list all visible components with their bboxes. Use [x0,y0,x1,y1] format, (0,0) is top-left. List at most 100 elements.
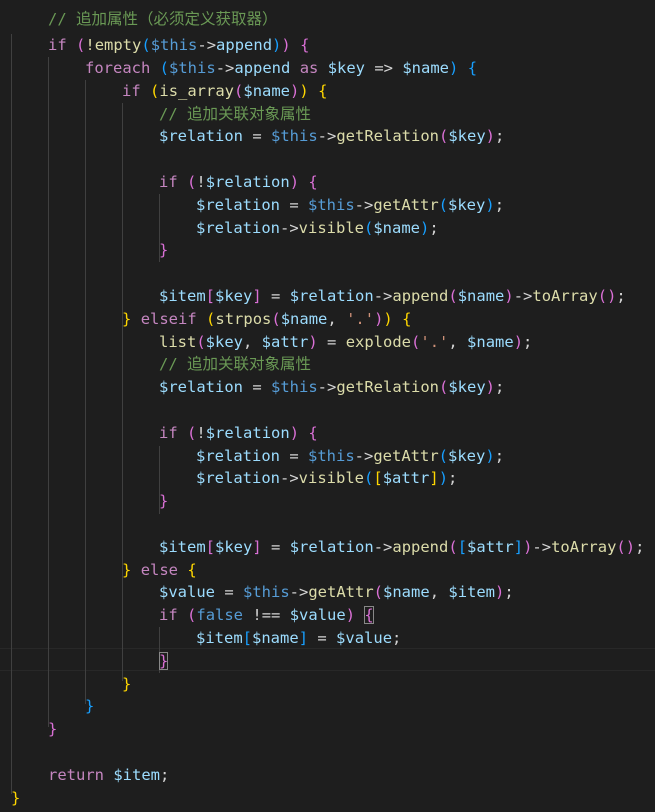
code-token: } [159,241,169,259]
code-token: $key [205,333,243,351]
code-token: $key [215,538,253,556]
code-line[interactable]: $item[$name] = $value; [196,627,401,650]
code-token: ( [364,469,374,487]
code-line[interactable]: return $item; [48,764,169,787]
code-line[interactable]: // 追加关联对象属性 [159,103,311,126]
code-token: $this [308,196,355,214]
code-token: else [140,561,179,579]
code-line[interactable]: } else { [122,559,197,582]
code-token: ; [523,333,533,351]
code-token: // 追加关联对象属性 [159,105,311,123]
code-token: [ [373,469,383,487]
code-line[interactable]: } [159,239,168,262]
code-token: = [215,583,243,601]
code-token: ] [298,629,309,647]
code-token: ] [252,538,262,556]
code-token: { [364,606,374,624]
code-line[interactable]: } [159,490,168,513]
code-token: ) [289,173,300,191]
code-token: ) [504,287,514,305]
code-token: ] [513,538,524,556]
code-token: ( [364,219,374,237]
code-token: ; [635,538,645,556]
code-line[interactable]: if (!empty($this->append)) { [48,34,309,57]
code-token: -> [354,196,374,214]
code-token: ) [272,36,282,54]
code-line[interactable]: list($key, $attr) = explode('.', $name); [159,331,532,354]
code-token: if [48,36,67,54]
code-line[interactable]: // 追加属性（必须定义获取器） [48,8,278,31]
code-line[interactable]: } [48,718,57,741]
code-token: '.' [346,310,375,328]
code-line[interactable]: } [159,650,169,673]
code-token: ( [271,310,281,328]
code-token: ( [187,424,197,442]
code-line[interactable]: $relation = $this->getRelation($key); [159,125,504,148]
code-token: ( [448,287,458,305]
code-line[interactable]: $value = $this->getAttr($name, $item); [159,581,514,604]
code-token: [ [242,629,253,647]
code-line[interactable]: $item[$key] = $relation->append($name)->… [159,285,626,308]
code-token: ( [196,333,206,351]
code-token: ; [392,629,402,647]
code-token: ; [494,447,505,465]
code-editor[interactable]: // 追加属性（必须定义获取器） if (!empty($this->append… [0,0,655,812]
code-line[interactable]: if (!$relation) { [159,171,318,194]
code-token: { [300,36,310,54]
code-line[interactable]: $relation = $this->getAttr($key); [196,194,504,217]
code-token: $this [150,36,198,54]
code-line[interactable]: $relation = $this->getRelation($key); [159,376,504,399]
code-token: getRelation [336,378,439,396]
code-line[interactable]: // 追加关联对象属性 [159,353,311,376]
code-token: ) [299,82,309,100]
code-token: ] [252,287,262,305]
code-token: $relation [159,127,243,145]
code-token: $attr [382,469,430,487]
code-token: ( [76,36,86,54]
code-token: return [48,766,104,784]
code-token: ) [438,469,449,487]
code-token: getRelation [336,127,439,145]
code-token: $relation [289,538,374,556]
code-token: ) [607,287,617,305]
code-line[interactable]: if (false !== $value) { [159,604,374,627]
code-token: ( [159,59,170,77]
code-token: , [243,333,262,351]
code-line[interactable]: if (is_array($name)) { [122,80,327,103]
code-line[interactable]: } elseif (strpos($name, '.')) { [122,308,411,331]
code-token: ! [196,424,206,442]
code-token: -> [289,583,309,601]
code-line[interactable]: $relation->visible($name); [196,217,439,240]
code-token: $key [215,287,253,305]
code-line[interactable]: $relation = $this->getAttr($key); [196,445,504,468]
code-token: $name [373,219,421,237]
code-line[interactable]: $relation->visible([$attr]); [196,467,457,490]
code-token: ( [206,310,216,328]
code-line[interactable]: } [11,787,20,810]
code-token: => [365,59,403,77]
code-token: getAttr [373,447,439,465]
code-token: ( [373,583,384,601]
code-line[interactable]: } [85,695,94,718]
code-token: $item [448,583,496,601]
code-token: } [85,697,95,715]
code-token: , [448,333,468,351]
code-token: } [11,789,21,807]
code-token: ( [234,82,244,100]
code-line[interactable]: $item[$key] = $relation->append([$attr])… [159,536,644,559]
code-token: ( [187,606,197,624]
code-line[interactable]: } [122,673,131,696]
code-token: = [261,538,290,556]
code-line[interactable]: if (!$relation) { [159,422,318,445]
code-line[interactable]: foreach ($this->append as $key => $name)… [85,57,477,80]
code-token: toArray [532,287,598,305]
code-token: $this [271,127,318,145]
code-token: $value [336,629,393,647]
code-token: = [243,127,271,145]
code-token: ) [625,538,636,556]
code-token: -> [373,287,393,305]
